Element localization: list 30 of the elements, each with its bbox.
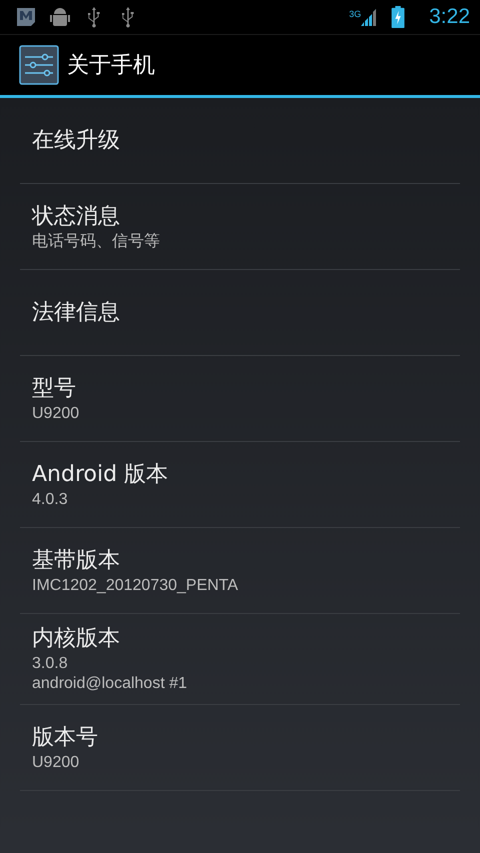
clock-time: 3:22 bbox=[429, 5, 470, 29]
item-title: 内核版本 bbox=[32, 625, 121, 653]
settings-list-item[interactable]: 状态消息 电话号码、信号等 bbox=[20, 184, 460, 270]
app-notification-icon bbox=[14, 5, 38, 29]
settings-list-item[interactable]: 基带版本 IMC1202_20120730_PENTA bbox=[20, 528, 460, 614]
item-summary: 3.0.8 bbox=[32, 654, 69, 674]
item-summary: U9200 bbox=[32, 404, 80, 424]
settings-icon[interactable] bbox=[19, 45, 59, 85]
item-summary: IMC1202_20120730_PENTA bbox=[32, 576, 240, 596]
settings-list-item[interactable]: 法律信息 bbox=[20, 270, 460, 356]
android-robot-icon bbox=[48, 5, 72, 29]
item-title: 版本号 bbox=[32, 724, 99, 752]
item-title: 状态消息 bbox=[32, 202, 121, 230]
item-title: 法律信息 bbox=[32, 298, 121, 326]
settings-list-item[interactable]: 在线升级 bbox=[20, 98, 460, 184]
settings-list-item[interactable]: Android 版本 4.0.3 bbox=[20, 442, 460, 528]
item-summary: android@localhost #1 bbox=[32, 674, 188, 694]
network-type-label: 3G bbox=[349, 9, 362, 19]
item-title: Android 版本 bbox=[32, 460, 170, 488]
item-title: 型号 bbox=[32, 374, 77, 402]
screen-title: 关于手机 bbox=[67, 52, 155, 80]
item-title: 在线升级 bbox=[32, 126, 121, 154]
item-title: 基带版本 bbox=[32, 546, 121, 574]
settings-list-item[interactable]: 型号 U9200 bbox=[20, 356, 460, 442]
settings-list-item[interactable]: 版本号 U9200 bbox=[20, 705, 460, 791]
item-summary: 电话号码、信号等 bbox=[32, 232, 161, 252]
settings-list-item[interactable]: 内核版本 3.0.8 android@localhost #1 bbox=[20, 614, 460, 705]
item-summary: 4.0.3 bbox=[32, 490, 69, 510]
battery-charging-icon bbox=[391, 6, 406, 28]
item-summary: U9200 bbox=[32, 752, 80, 772]
